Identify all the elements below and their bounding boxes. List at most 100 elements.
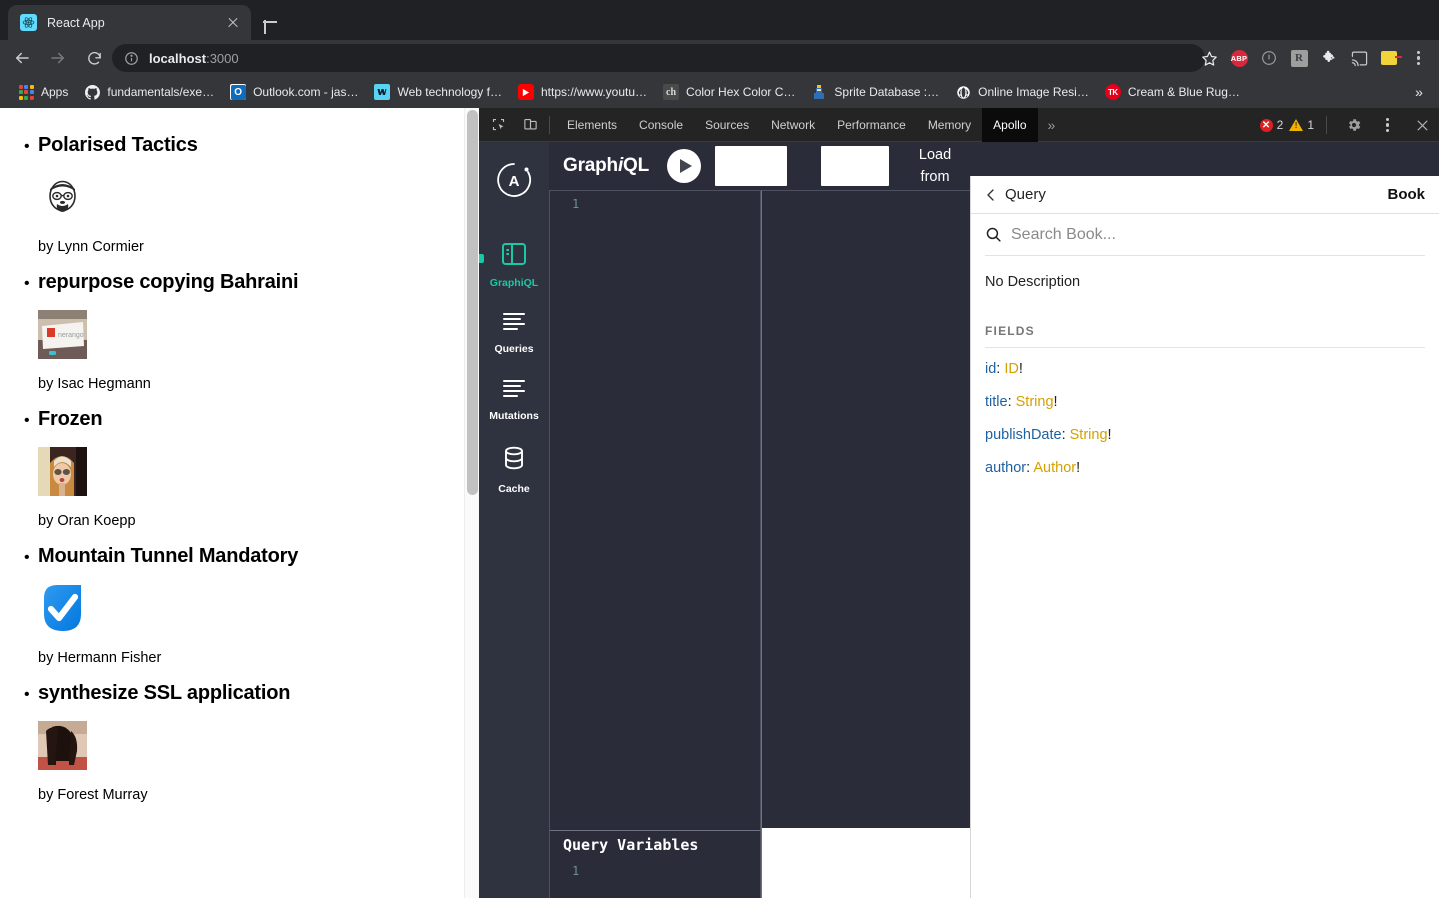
bookmark-label: Apps (41, 85, 69, 99)
query-variables-line-number: 1 (572, 864, 580, 878)
sidebar-item-queries[interactable]: Queries (479, 310, 549, 355)
docs-back-button[interactable]: Query (985, 186, 1046, 203)
field-name[interactable]: author (985, 460, 1026, 476)
sidebar-item-mutations[interactable]: Mutations (479, 377, 549, 422)
more-tabs-icon[interactable]: » (1038, 117, 1066, 133)
gear-icon[interactable] (1341, 112, 1367, 138)
tab-network[interactable]: Network (760, 108, 826, 142)
address-bar[interactable]: localhost:3000 (112, 44, 1205, 72)
sidebar-item-label: Cache (498, 483, 530, 495)
tab-sources[interactable]: Sources (694, 108, 760, 142)
back-arrow-icon[interactable] (8, 44, 36, 72)
bookmark-tkmaxx[interactable]: TK Cream & Blue Rug… (1097, 79, 1248, 105)
error-badge[interactable]: ✕ 2 (1259, 118, 1283, 132)
warning-badge[interactable]: 1 (1289, 118, 1314, 132)
search-input[interactable] (1011, 225, 1425, 244)
inspect-element-icon[interactable] (485, 112, 511, 138)
bookmark-outlook[interactable]: O Outlook.com - jas… (222, 79, 366, 105)
docs-field-row[interactable]: author: Author! (985, 460, 1425, 476)
tab-title: React App (47, 15, 105, 30)
sidebar-item-cache[interactable]: Cache (479, 446, 549, 495)
field-type[interactable]: ID (1004, 361, 1019, 377)
book-title: Polarised Tactics (38, 134, 198, 156)
kebab-menu-icon[interactable] (1375, 112, 1401, 138)
field-type[interactable]: String (1016, 394, 1054, 410)
field-name[interactable]: publishDate (985, 427, 1062, 443)
run-query-play-icon[interactable] (667, 149, 702, 183)
forward-arrow-icon[interactable] (44, 44, 72, 72)
field-type[interactable]: Author (1033, 460, 1076, 476)
info-circle-icon[interactable] (124, 51, 139, 66)
tab-console[interactable]: Console (628, 108, 694, 142)
query-variables-editor[interactable]: Query Variables 1 (550, 830, 761, 898)
globe-icon (955, 84, 971, 100)
book-title: Mountain Tunnel Mandatory (38, 545, 299, 567)
book-author: by Forest Murray (38, 787, 148, 803)
list-item: Mountain Tunnel Mandatory by Hermann Fis… (24, 545, 479, 682)
close-tab-icon[interactable] (223, 13, 243, 33)
book-author: by Hermann Fisher (38, 650, 162, 666)
page-scrollbar-thumb[interactable] (467, 110, 478, 495)
chrome-menu-icon[interactable] (1405, 44, 1433, 72)
sprite-database-icon (811, 84, 827, 100)
book-title: synthesize SSL application (38, 682, 291, 704)
sticky-note-extension-icon[interactable] (1375, 44, 1403, 72)
field-type[interactable]: String (1070, 427, 1108, 443)
react-devtools-badge: R (1290, 49, 1308, 67)
cartoon-face-avatar (38, 173, 87, 222)
field-required: ! (1076, 460, 1081, 476)
tab-strip: React App (0, 0, 1439, 40)
bookmark-image-resizer[interactable]: Online Image Resi… (947, 79, 1097, 105)
list-item: repurpose copying Bahraini nerango by Is… (24, 271, 479, 408)
bookmark-label: fundamentals/exe… (107, 85, 215, 99)
bookmark-colorhex[interactable]: ch Color Hex Color C… (655, 79, 803, 105)
mutations-list-icon (501, 377, 527, 404)
bookmark-fundamentals[interactable]: fundamentals/exe… (76, 79, 222, 105)
bookmark-star-icon[interactable] (1195, 44, 1223, 72)
mdn-icon (374, 84, 391, 100)
field-name[interactable]: id (985, 361, 996, 377)
reload-icon[interactable] (80, 44, 108, 72)
field-name[interactable]: title (985, 394, 1008, 410)
new-tab-button[interactable] (258, 10, 282, 34)
cast-icon[interactable] (1345, 44, 1373, 72)
docs-back-label: Query (1005, 186, 1046, 203)
error-icon: ✕ (1259, 118, 1273, 132)
info-extension-icon[interactable] (1255, 44, 1283, 72)
prettify-button[interactable] (715, 146, 788, 186)
bookmark-youtube[interactable]: https://www.youtu… (510, 79, 655, 105)
device-toolbar-icon[interactable] (517, 112, 543, 138)
docs-field-row[interactable]: publishDate: String! (985, 427, 1425, 443)
bookmark-mdn[interactable]: Web technology f… (366, 79, 510, 105)
photo-card-avatar: nerango (38, 310, 87, 359)
page-viewport: Polarised Tactics by Lynn Cormier (0, 108, 479, 898)
tab-memory[interactable]: Memory (917, 108, 982, 142)
extensions-puzzle-icon[interactable] (1315, 44, 1343, 72)
page-scrollbar[interactable] (464, 108, 479, 898)
tab-elements[interactable]: Elements (556, 108, 628, 142)
bookmark-label: Outlook.com - jas… (253, 85, 359, 99)
close-icon[interactable] (1409, 112, 1435, 138)
bookmark-apps[interactable]: Apps (10, 79, 76, 105)
bookmark-label: Cream & Blue Rug… (1127, 85, 1240, 99)
devtools-panel: Elements Console Sources Network Perform… (479, 107, 1439, 898)
bookmark-sprite-database[interactable]: Sprite Database :… (803, 79, 947, 105)
tab-apollo[interactable]: Apollo (982, 107, 1038, 142)
docs-field-row[interactable]: title: String! (985, 394, 1425, 410)
docs-field-row[interactable]: id: ID! (985, 361, 1425, 377)
browser-tab[interactable]: React App (8, 5, 251, 40)
bookmark-label: Sprite Database :… (834, 85, 940, 99)
list-item: Polarised Tactics by Lynn Cormier (24, 134, 479, 271)
tk-maxx-icon: TK (1104, 84, 1121, 100)
load-from-button[interactable]: Load from (903, 144, 967, 189)
devtools-toolbar: Elements Console Sources Network Perform… (479, 107, 1439, 142)
sidebar-item-graphiql[interactable]: GraphiQL (479, 242, 549, 289)
omnibox-actions: ABP R (1195, 42, 1433, 74)
bookmarks-overflow-button[interactable]: » (1409, 82, 1429, 102)
query-editor[interactable]: 1 (550, 191, 761, 830)
copy-button[interactable] (821, 146, 890, 186)
react-devtools-extension-icon[interactable]: R (1285, 44, 1313, 72)
adblock-plus-icon[interactable]: ABP (1225, 44, 1253, 72)
tab-performance[interactable]: Performance (826, 108, 917, 142)
book-author: by Lynn Cormier (38, 239, 144, 255)
